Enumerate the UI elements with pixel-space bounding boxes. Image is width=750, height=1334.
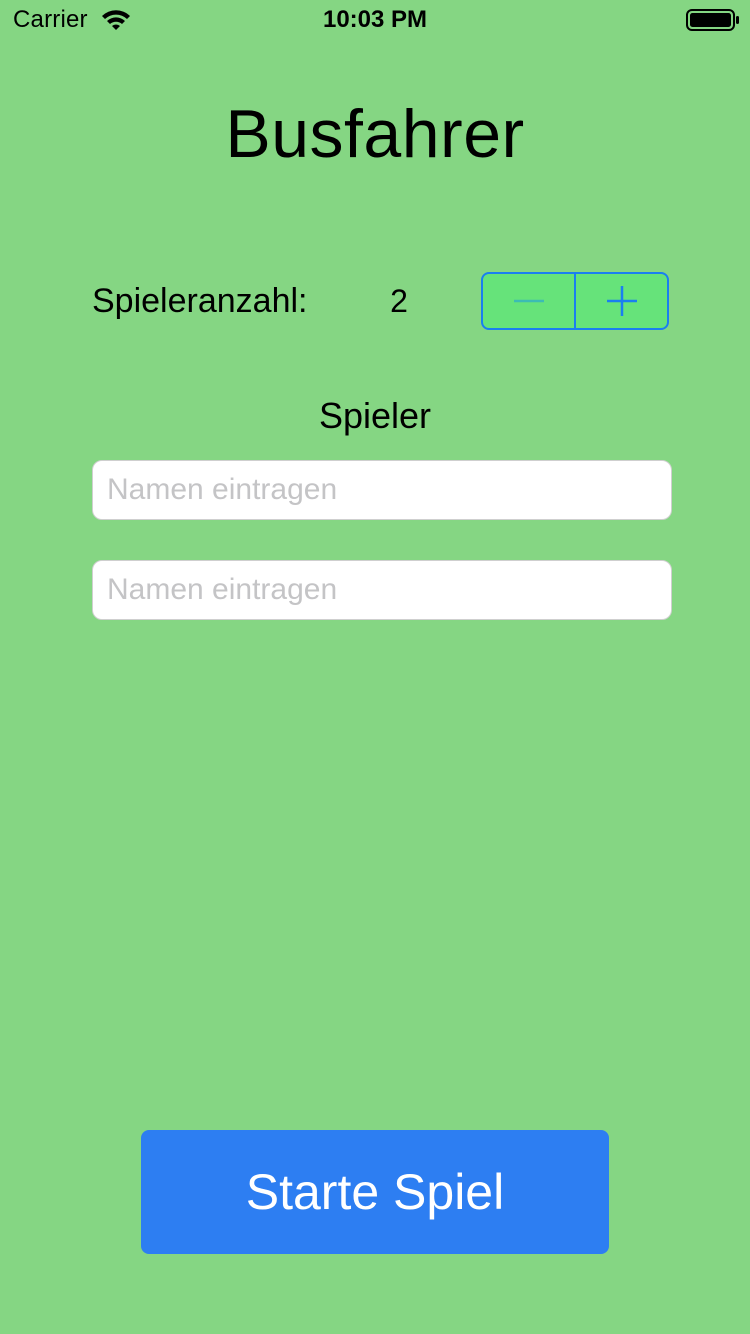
start-game-button[interactable]: Starte Spiel	[141, 1130, 609, 1254]
decrement-button[interactable]	[483, 274, 574, 328]
battery-icon	[686, 9, 740, 31]
minus-icon	[513, 299, 544, 303]
players-heading: Spieler	[318, 395, 432, 436]
player-name-field-1[interactable]	[92, 460, 672, 520]
player-count-stepper	[481, 272, 669, 330]
status-bar: Carrier 10:03 PM	[0, 0, 750, 40]
player-count-value: 2	[390, 283, 408, 319]
plus-icon	[606, 286, 637, 316]
page-title: Busfahrer	[225, 96, 525, 172]
player-name-field-2[interactable]	[92, 560, 672, 620]
status-time: 10:03 PM	[322, 6, 428, 33]
increment-button[interactable]	[576, 274, 667, 328]
player-count-label: Spieleranzahl:	[92, 282, 308, 320]
